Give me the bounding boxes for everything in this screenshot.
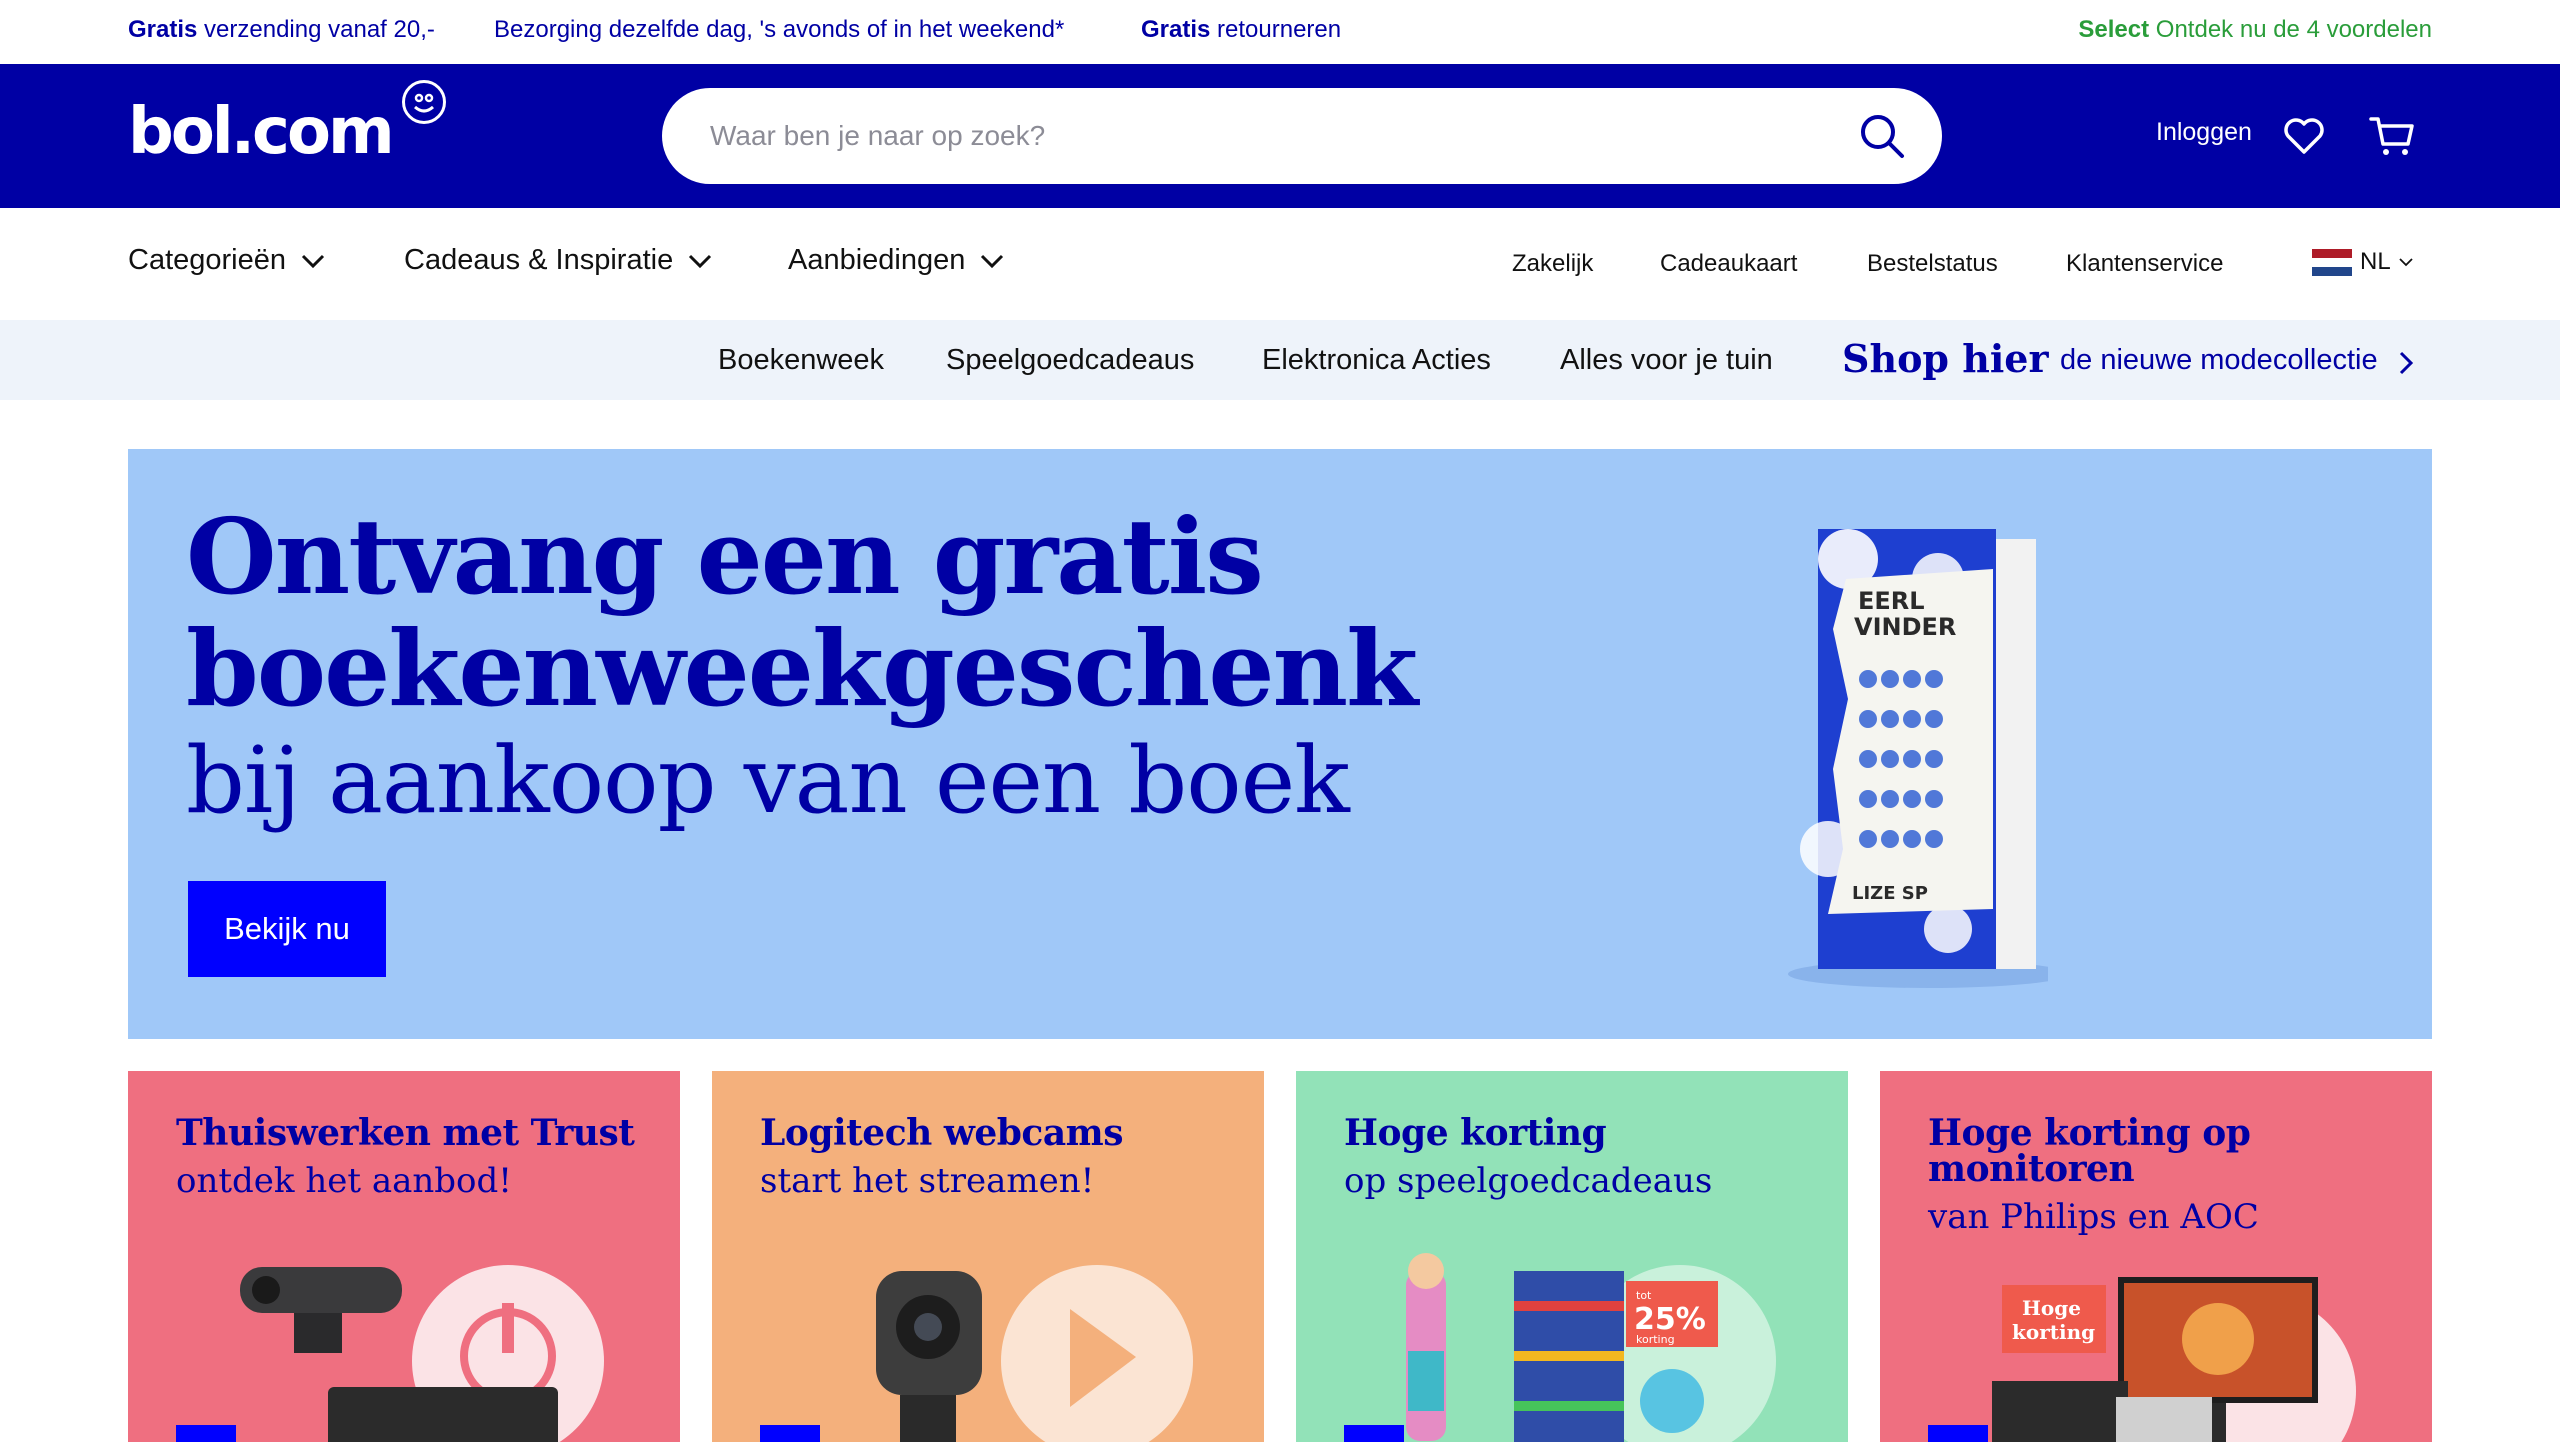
nav-categories[interactable]: Categorieën (128, 244, 326, 277)
chevron-down-icon (2399, 258, 2413, 267)
nav-customer-service[interactable]: Klantenservice (2066, 250, 2223, 278)
usp-free-shipping[interactable]: Gratis verzending vanaf 20,- (128, 16, 435, 44)
nav-order-status[interactable]: Bestelstatus (1867, 250, 1998, 278)
usp-free-shipping-text: verzending vanaf 20,- (197, 16, 435, 43)
promo-strip: Boekenweek Speelgoedcadeaus Elektronica … (0, 320, 2560, 400)
card-subtitle: ontdek het aanbod! (176, 1161, 512, 1201)
fashion-collection-link[interactable]: de nieuwe modecollectie (2060, 344, 2378, 377)
promo-link-electronics[interactable]: Elektronica Acties (1262, 344, 1491, 377)
monitor-badge-line2: korting (2012, 1320, 2095, 1344)
book-gift-image: EERL VINDER LIZE SP (1788, 529, 2048, 988)
search-icon (1861, 115, 1904, 158)
usp-free-returns[interactable]: Gratis retourneren (1141, 16, 1341, 44)
nav-offers-label: Aanbiedingen (788, 244, 966, 276)
card-arrow-button[interactable] (760, 1425, 820, 1442)
promo-card-trust[interactable]: Thuiswerken met Trust ontdek het aanbod! (128, 1071, 680, 1442)
discount-badge-prefix: tot (1636, 1289, 1652, 1302)
card-arrow-button[interactable] (176, 1425, 236, 1442)
promo-link-garden[interactable]: Alles voor je tuin (1560, 344, 1773, 377)
usp-delivery-text: Bezorging dezelfde dag, 's avonds of in … (494, 16, 1065, 43)
hero-subtitle: bij aankoop van een boek (186, 727, 1350, 834)
hero-banner[interactable]: Ontvang een gratis boekenweekgeschenk bi… (128, 449, 2432, 1039)
bol-logo[interactable]: bol.com (128, 92, 395, 172)
usp-select[interactable]: Select Ontdek nu de 4 voordelen (2078, 16, 2432, 44)
card-title: Hoge korting (1344, 1112, 1607, 1154)
nav-gift-card[interactable]: Cadeaukaart (1660, 250, 1797, 278)
book-text-3: LIZE SP (1852, 883, 1928, 904)
nav-offers[interactable]: Aanbiedingen (788, 244, 1005, 277)
discount-badge-suffix: korting (1636, 1333, 1675, 1346)
card-title: Logitech webcams (760, 1112, 1124, 1154)
usp-free-shipping-bold: Gratis (128, 16, 198, 43)
promo-card-logitech[interactable]: Logitech webcams start het streamen! (712, 1071, 1264, 1442)
usp-free-returns-bold: Gratis (1141, 16, 1211, 43)
usp-select-bold: Select (2078, 16, 2150, 43)
monitor-badge-line1: Hoge (2022, 1296, 2081, 1320)
card-subtitle: start het streamen! (760, 1161, 1095, 1201)
card-arrow-button[interactable] (1344, 1425, 1404, 1442)
promo-card-monitors[interactable]: Hoge korting Hoge korting op monitoren v… (1880, 1071, 2432, 1442)
promo-link-toys[interactable]: Speelgoedcadeaus (946, 344, 1194, 377)
nav-gifts-inspiration[interactable]: Cadeaus & Inspiratie (404, 244, 713, 277)
search-input[interactable] (710, 112, 1790, 160)
search-bar (662, 88, 1942, 184)
shop-here-label[interactable]: Shop hier (1842, 336, 2048, 381)
site-header: bol.com Inloggen (0, 64, 2560, 208)
login-link[interactable]: Inloggen (2156, 118, 2252, 147)
search-button[interactable] (1858, 112, 1906, 160)
heart-icon (2284, 118, 2324, 154)
netherlands-flag-icon (2312, 248, 2352, 276)
card-subtitle: op speelgoedcadeaus (1344, 1161, 1713, 1201)
main-nav: Categorieën Cadeaus & Inspiratie Aanbied… (0, 208, 2560, 320)
hero-title-line2: boekenweekgeschenk (186, 607, 1418, 730)
chevron-down-icon (301, 254, 325, 268)
hero-title-line1: Ontvang een gratis (186, 495, 1264, 618)
hero-title: Ontvang een gratis boekenweekgeschenk (186, 495, 1418, 730)
usp-free-returns-text: retourneren (1210, 16, 1342, 43)
cart-button[interactable] (2368, 114, 2416, 158)
view-now-button[interactable]: Bekijk nu (188, 881, 386, 977)
card-subtitle: van Philips en AOC (1928, 1197, 2259, 1237)
wishlist-button[interactable] (2282, 114, 2326, 158)
nav-categories-label: Categorieën (128, 244, 286, 276)
card-title: Hoge korting op monitoren (1928, 1112, 2251, 1190)
usp-delivery[interactable]: Bezorging dezelfde dag, 's avonds of in … (494, 16, 1064, 44)
promo-card-toys[interactable]: tot 25% korting Hoge korting op speelgoe… (1296, 1071, 1848, 1442)
usp-select-text: Ontdek nu de 4 voordelen (2149, 16, 2432, 43)
nav-gifts-label: Cadeaus & Inspiratie (404, 244, 674, 276)
chevron-down-icon (981, 254, 1004, 268)
book-text-1: EERL (1858, 587, 1925, 615)
usp-bar: Gratis verzending vanaf 20,- Bezorging d… (0, 0, 2560, 64)
chevron-right-icon (2399, 351, 2414, 375)
nav-business[interactable]: Zakelijk (1512, 250, 1593, 278)
logo-smile-icon (402, 80, 446, 124)
card-title: Thuiswerken met Trust (176, 1112, 635, 1154)
card-arrow-button[interactable] (1928, 1425, 1988, 1442)
cart-icon (2369, 117, 2414, 155)
discount-badge-value: 25% (1634, 1302, 1706, 1337)
book-text-2: VINDER (1854, 613, 1956, 641)
language-selector[interactable]: NL (2312, 248, 2413, 276)
language-label: NL (2360, 248, 2391, 275)
chevron-down-icon (689, 254, 712, 268)
promo-link-boekenweek[interactable]: Boekenweek (718, 344, 884, 377)
